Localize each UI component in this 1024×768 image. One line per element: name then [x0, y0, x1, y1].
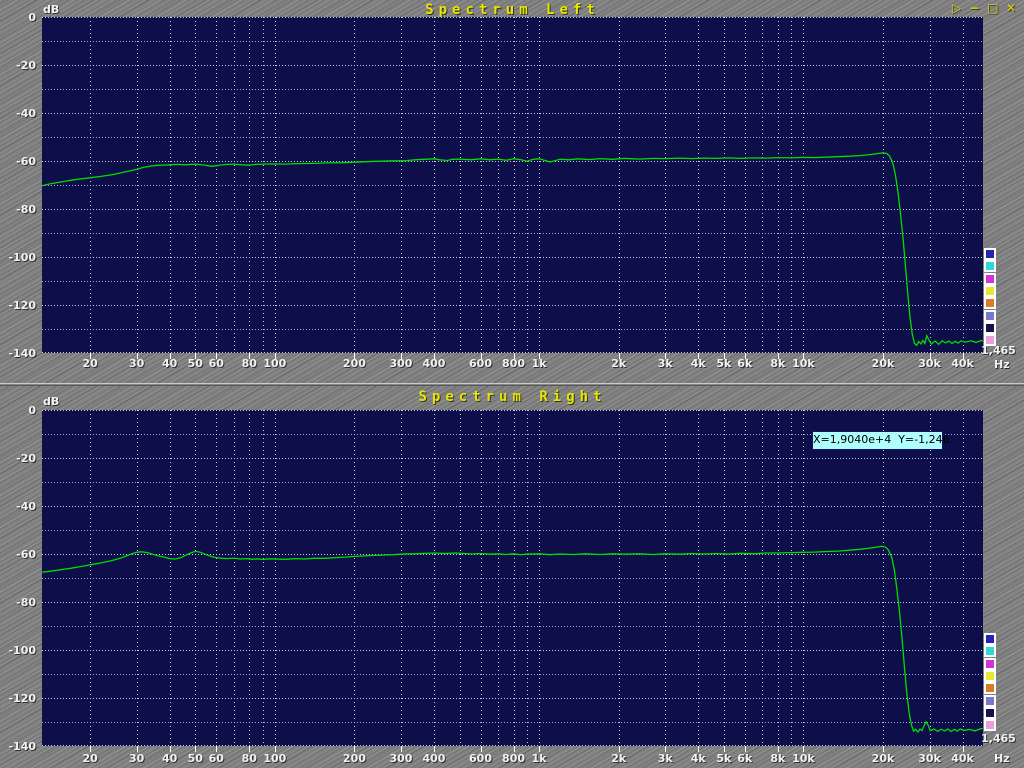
db-unit-label: dB — [43, 3, 59, 16]
spectrum-left-panel: Spectrum Left dB 0 -20 -40 -60 -80 -100 -120 -1… — [0, 0, 1024, 383]
x-axis-tick-label: 100 — [253, 752, 297, 765]
spectrum-plot-right[interactable] — [42, 410, 983, 757]
spectrum-right-panel: Spectrum Right dB 0 -20 -40 -60 -80 -100 -120 -… — [0, 386, 1024, 768]
y-axis-tick-label: 0 — [0, 11, 36, 24]
x-axis-tick-label: 400 — [412, 752, 456, 765]
trace-color-swatch[interactable] — [984, 670, 996, 682]
x-axis-tick-label: 1k — [517, 752, 561, 765]
x-axis-tick-label: 100 — [253, 357, 297, 370]
y-axis-tick-label: -80 — [0, 596, 36, 609]
plot-svg — [42, 410, 983, 753]
x-axis-tick-label: 1k — [517, 357, 561, 370]
panel-title-right: Spectrum Right — [42, 389, 983, 405]
x-axis-tick-label: 40k — [941, 357, 985, 370]
db-unit-label: dB — [43, 395, 59, 408]
trace-color-swatch[interactable] — [984, 633, 996, 645]
y-axis-tick-label: 0 — [0, 404, 36, 417]
x-axis-tick-label: 10k — [781, 357, 825, 370]
trace-color-swatch[interactable] — [984, 695, 996, 707]
trace-color-swatch[interactable] — [984, 682, 996, 694]
y-axis-tick-label: -120 — [0, 692, 36, 705]
trace-color-swatch[interactable] — [984, 707, 996, 719]
hz-unit-label: Hz — [994, 358, 1024, 371]
cursor-tooltip: X=1,9040e+4 Y=-1,246 — [812, 431, 943, 450]
y-axis-tick-label: -60 — [0, 155, 36, 168]
trace-color-swatch[interactable] — [984, 322, 996, 334]
x-axis-tick-label: 2k — [597, 752, 641, 765]
frequency-resolution-readout: 1,465 — [981, 732, 1016, 745]
x-axis-tick-label: 10k — [781, 752, 825, 765]
y-axis-tick-label: -20 — [0, 59, 36, 72]
trace-color-swatch[interactable] — [984, 273, 996, 285]
y-axis-tick-label: -20 — [0, 452, 36, 465]
x-axis-tick-label: 40k — [941, 752, 985, 765]
y-axis-tick-label: -140 — [0, 740, 36, 753]
x-axis-tick-label: 20 — [68, 357, 112, 370]
x-axis-tick-label: 400 — [412, 357, 456, 370]
x-axis-tick-label: 2k — [597, 357, 641, 370]
x-axis-tick-label: 200 — [332, 357, 376, 370]
y-axis-tick-label: -40 — [0, 500, 36, 513]
spectrum-plot-left[interactable] — [42, 17, 983, 364]
trace-color-swatch[interactable] — [984, 658, 996, 670]
frequency-resolution-readout: 1,465 — [981, 344, 1016, 357]
x-axis-tick-label: 20k — [861, 752, 905, 765]
x-axis-tick-label: 20 — [68, 752, 112, 765]
trace-color-swatch[interactable] — [984, 297, 996, 309]
trace-color-swatch[interactable] — [984, 645, 996, 657]
y-axis-tick-label: -40 — [0, 107, 36, 120]
plot-svg — [42, 17, 983, 360]
trace-color-swatch[interactable] — [984, 719, 996, 731]
y-axis-tick-label: -140 — [0, 347, 36, 360]
y-axis-tick-label: -100 — [0, 251, 36, 264]
trace-color-swatch[interactable] — [984, 260, 996, 272]
trace-color-swatch[interactable] — [984, 285, 996, 297]
spectrum-analyzer-window: { "window": { "controls": [ {"name": "ro… — [0, 0, 1024, 768]
y-axis-tick-label: -80 — [0, 203, 36, 216]
trace-color-swatch[interactable] — [984, 248, 996, 260]
y-axis-tick-label: -60 — [0, 548, 36, 561]
x-axis-tick-label: 20k — [861, 357, 905, 370]
hz-unit-label: Hz — [994, 752, 1024, 765]
trace-color-swatch[interactable] — [984, 310, 996, 322]
x-axis-tick-label: 200 — [332, 752, 376, 765]
y-axis-tick-label: -100 — [0, 644, 36, 657]
panel-title-left: Spectrum Left — [42, 2, 983, 18]
y-axis-tick-label: -120 — [0, 299, 36, 312]
